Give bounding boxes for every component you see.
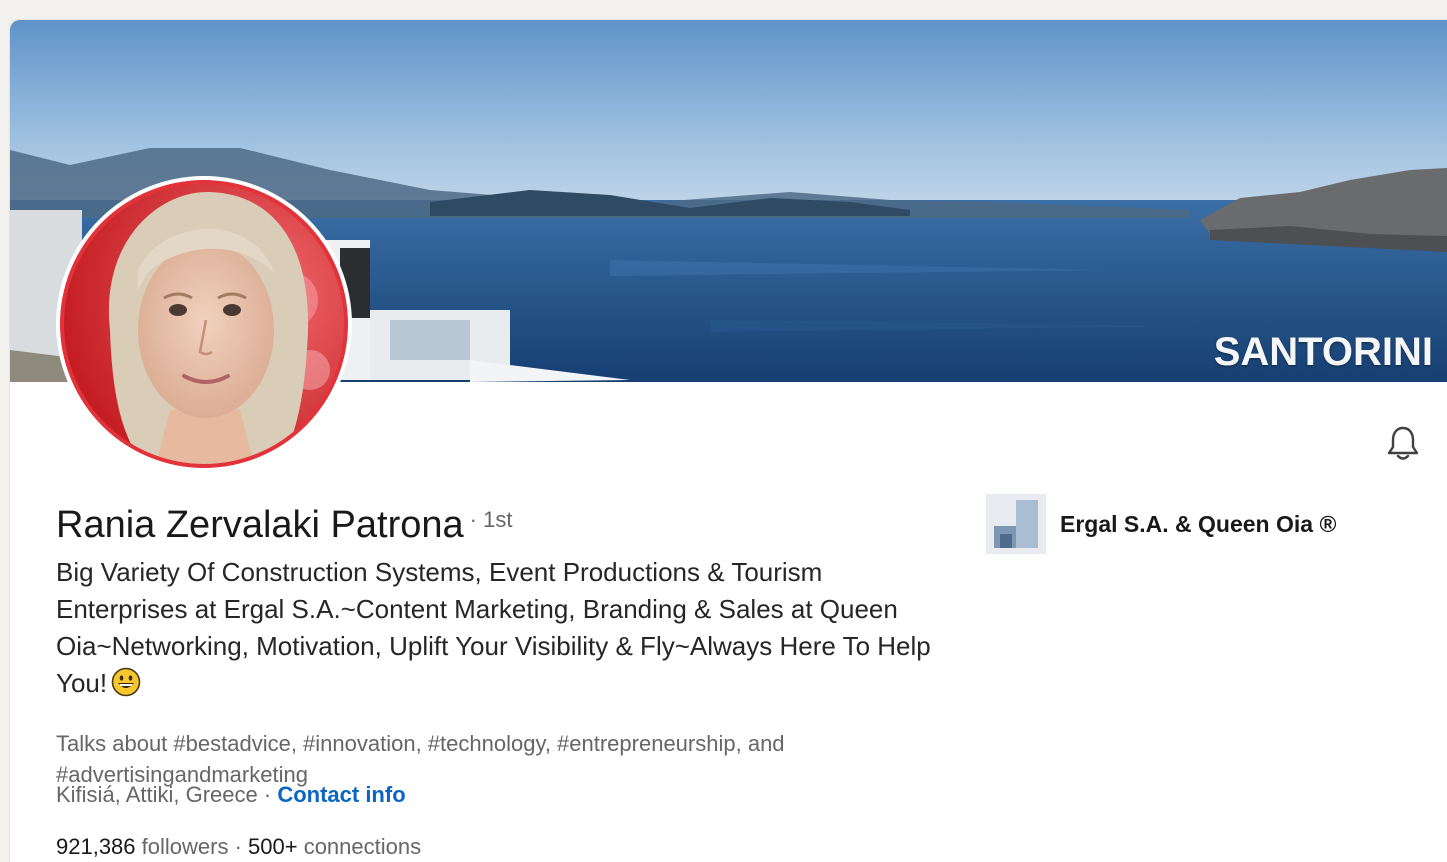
followers-count: 921,386 [56,834,136,859]
notify-bell-button[interactable] [1382,422,1424,464]
headline-text: Big Variety Of Construction Systems, Eve… [56,557,931,698]
network-stats: 921,386 followers · 500+ connections [56,834,421,860]
profile-photo[interactable] [56,176,352,472]
connections-separator: · [228,834,249,859]
connection-degree: · 1st [469,507,513,532]
profile-card: SANTORINI Rania Zervalaki Patrona · 1st … [10,20,1447,862]
bell-icon [1387,426,1419,460]
location-row: Kifisiá, Attiki, Greece · Contact info [56,782,406,808]
contact-info-link[interactable]: Contact info [277,782,405,807]
company-logo-image [986,494,1046,554]
company-name: Ergal S.A. & Queen Oia ® [1060,510,1337,537]
followers-label: followers [135,834,229,859]
connections-count: 500+ [248,834,298,859]
name-row: Rania Zervalaki Patrona · 1st [56,504,512,547]
location: Kifisiá, Attiki, Greece [56,782,258,807]
profile-headline: Big Variety Of Construction Systems, Eve… [56,554,936,702]
profile-name: Rania Zervalaki Patrona [56,504,464,546]
current-company[interactable]: Ergal S.A. & Queen Oia ® [986,494,1336,554]
talks-about: Talks about #bestadvice, #innovation, #t… [56,731,785,787]
grinning-face-emoji-icon [111,667,141,697]
company-logo [986,494,1046,554]
cover-caption: SANTORINI [1213,330,1433,374]
location-separator: · [257,782,278,807]
avatar-image [60,180,348,468]
connections-label: connections [297,834,422,859]
